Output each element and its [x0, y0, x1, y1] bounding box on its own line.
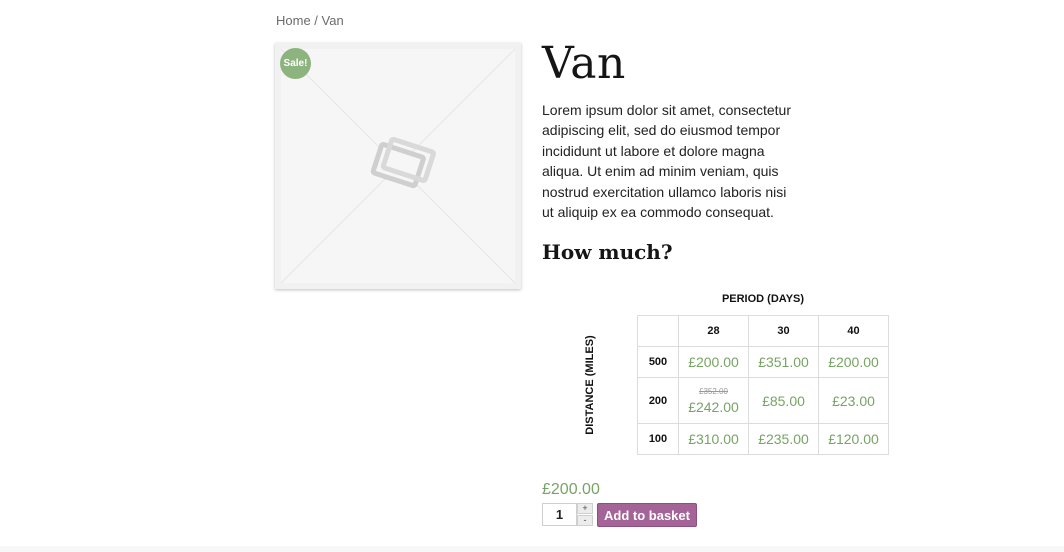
breadcrumb: Home / Van	[276, 13, 344, 28]
price-cell: £200.00	[818, 346, 889, 378]
period-header: 28	[678, 315, 749, 347]
quantity-increase-button[interactable]: +	[577, 503, 593, 514]
quantity-stepper: + -	[542, 503, 593, 526]
price-cell: £200.00	[678, 346, 749, 378]
price-cell: £120.00	[818, 423, 889, 455]
price-cell: £23.00	[818, 377, 889, 424]
breadcrumb-separator: /	[310, 13, 322, 28]
price-cell: £235.00	[748, 423, 819, 455]
product-title: Van	[542, 38, 626, 89]
distance-header: 100	[637, 423, 679, 455]
breadcrumb-current: Van	[321, 13, 344, 28]
price-cell: £351.00	[748, 346, 819, 378]
distance-header: 500	[637, 346, 679, 378]
sale-badge: Sale!	[280, 48, 311, 79]
price-cell: £310.00	[678, 423, 749, 455]
product-image[interactable]	[275, 43, 521, 289]
product-description: Lorem ipsum dolor sit amet, consectetur …	[542, 102, 791, 221]
product-price: £200.00	[542, 481, 600, 498]
distance-header: 200	[637, 377, 679, 424]
price-value: £235.00	[758, 431, 809, 447]
period-header: 40	[818, 315, 889, 347]
price-cell: £352.00 £242.00	[678, 377, 749, 424]
distance-axis-label: DISTANCE (MILES)	[584, 335, 596, 435]
price-value: £310.00	[688, 431, 739, 447]
old-price-value: £352.00	[699, 386, 728, 396]
price-value: £351.00	[758, 354, 809, 370]
price-value: £200.00	[688, 354, 739, 370]
page-bottom-strip	[0, 546, 1064, 552]
price-value: £242.00	[688, 398, 739, 415]
pricing-table: 28 30 40 500 £200.00 £351.00 £200.00 200…	[637, 315, 889, 455]
price-value: £85.00	[762, 392, 805, 409]
add-to-basket-button[interactable]: Add to basket	[597, 503, 697, 527]
product-image-placeholder	[280, 48, 516, 284]
pricing-heading: How much?	[542, 240, 673, 264]
price-value: £23.00	[832, 392, 875, 409]
breadcrumb-home-link[interactable]: Home	[276, 13, 311, 28]
period-axis-label: PERIOD (DAYS)	[721, 293, 805, 305]
pricing-row: 100 £310.00 £235.00 £120.00	[637, 423, 889, 455]
price-value: £200.00	[828, 354, 879, 370]
pricing-header-row: 28 30 40	[637, 315, 889, 347]
period-header: 30	[748, 315, 819, 347]
quantity-decrease-button[interactable]: -	[577, 515, 593, 526]
pricing-row: 200 £352.00 £242.00 £85.00 £23.00	[637, 377, 889, 424]
price-value: £120.00	[828, 431, 879, 447]
quantity-input[interactable]	[542, 503, 577, 526]
pricing-corner-cell	[637, 315, 679, 347]
pricing-row: 500 £200.00 £351.00 £200.00	[637, 346, 889, 378]
price-cell: £85.00	[748, 377, 819, 424]
image-placeholder-icon	[280, 48, 516, 284]
